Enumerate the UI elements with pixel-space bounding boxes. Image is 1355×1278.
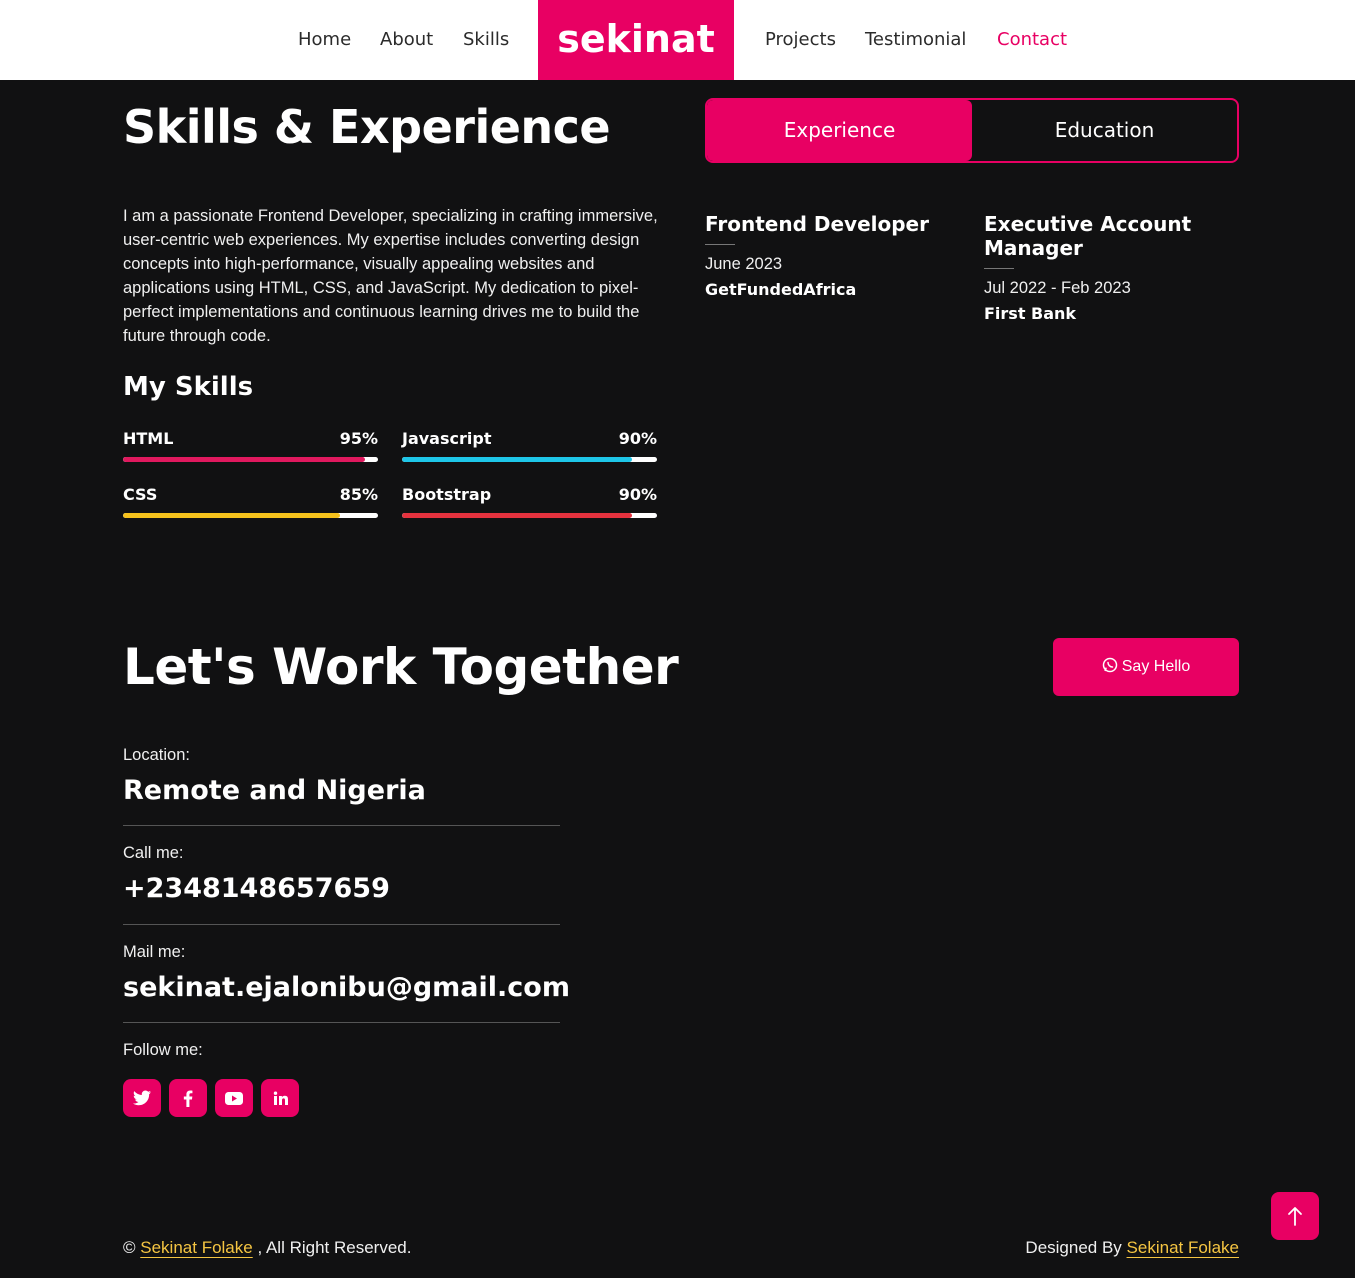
linkedin-icon[interactable] [261,1079,299,1117]
footer-author-link[interactable]: Sekinat Folake [140,1238,252,1257]
designed-by-text: Designed By [1025,1238,1122,1257]
experience-item: Executive Account Manager Jul 2022 - Feb… [984,212,1234,323]
arrow-up-icon [1288,1207,1302,1226]
skill-progress-track [402,513,657,518]
divider [123,924,560,925]
experience-date: June 2023 [705,255,783,273]
my-skills-heading: My Skills [123,372,254,402]
contact-location: Location: Remote and Nigeria [123,746,560,806]
twitter-icon[interactable] [123,1079,161,1117]
footer-copyright: © Sekinat Folake , All Right Reserved. [123,1238,411,1258]
scroll-to-top-button[interactable] [1271,1192,1319,1240]
contact-follow: Follow me: [123,1041,560,1060]
skills-intro-text: I am a passionate Frontend Developer, sp… [123,207,658,345]
divider [123,825,560,826]
location-label: Location: [123,746,190,764]
skill-progress-fill [123,513,340,518]
tab-experience[interactable]: Experience [707,100,972,161]
tab-education[interactable]: Education [972,100,1237,161]
skill-name: Bootstrap [402,485,492,504]
work-together-heading: Let's Work Together [123,638,679,696]
divider [705,244,735,245]
divider [123,1022,560,1023]
skill-progress-fill [402,513,632,518]
facebook-icon[interactable] [169,1079,207,1117]
nav-home-link[interactable]: Home [298,0,351,80]
skill-progress-track [402,457,657,462]
phone-label: Call me: [123,844,184,862]
contact-email: Mail me: sekinat.ejalonibu@gmail.com [123,943,570,1003]
experience-org: GetFundedAfrica [705,280,857,299]
location-value: Remote and Nigeria [123,775,426,806]
follow-label: Follow me: [123,1041,203,1059]
skill-progress-fill [123,457,366,462]
nav-testimonial-link[interactable]: Testimonial [865,0,966,80]
experience-org: First Bank [984,304,1077,323]
whatsapp-icon [1102,657,1117,673]
say-hello-label: Say Hello [1121,658,1191,675]
skill-percent: 95% [339,429,378,448]
nav-projects-link[interactable]: Projects [765,0,836,80]
phone-value[interactable]: +2348148657659 [123,873,560,904]
email-value[interactable]: sekinat.ejalonibu@gmail.com [123,972,570,1003]
skill-percent: 90% [618,485,657,504]
skill-percent: 85% [339,485,378,504]
divider [984,268,1014,269]
copyright-symbol: © [123,1238,136,1257]
brand-logo[interactable]: sekinat [538,0,734,80]
say-hello-button[interactable]: Say Hello [1053,638,1239,696]
footer-designer-link[interactable]: Sekinat Folake [1127,1238,1239,1257]
skill-name: HTML [123,429,174,448]
nav-contact-link[interactable]: Contact [997,0,1067,80]
rights-text: , All Right Reserved. [257,1238,412,1257]
skill-progress-fill [402,457,632,462]
skill-progress-track [123,513,378,518]
skill-progress-track [123,457,378,462]
skill-name: CSS [123,485,158,504]
experience-title: Frontend Developer [705,212,929,236]
nav-about-link[interactable]: About [380,0,433,80]
skill-name: Javascript [402,429,492,448]
email-label: Mail me: [123,943,186,961]
experience-title: Executive Account Manager [984,212,1192,260]
contact-phone: Call me: +2348148657659 [123,844,560,904]
skill-percent: 90% [618,429,657,448]
skills-heading: Skills & Experience [123,100,611,154]
top-navbar: Home About Skills sekinat Projects Testi… [0,0,1355,80]
experience-education-tabs: Experience Education [705,98,1239,163]
experience-item: Frontend Developer June 2023 GetFundedAf… [705,212,955,299]
nav-skills-link[interactable]: Skills [463,0,509,80]
footer-designer: Designed By Sekinat Folake [1025,1238,1239,1258]
experience-date: Jul 2022 - Feb 2023 [984,279,1131,297]
youtube-icon[interactable] [215,1079,253,1117]
